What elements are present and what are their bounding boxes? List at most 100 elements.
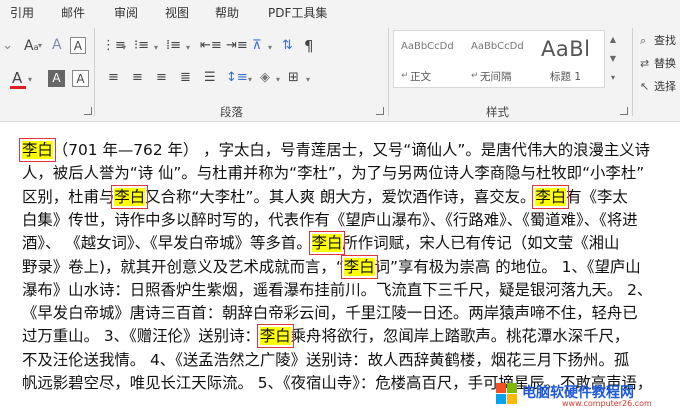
- group-label-styles: 样式: [486, 105, 509, 119]
- document-line: 瀑布》山水诗：日照香炉生紫烟，遥看瀑布挂前川。飞流直下三千尺，疑是银河落九天。 …: [22, 279, 652, 301]
- chinese-layout-dropdown-icon[interactable]: ▾: [268, 40, 272, 56]
- document-line: 白集》传世，诗作中多以醉时写的，代表作有《望庐山瀑布》、《行路难》、《蜀道难》、…: [22, 209, 638, 231]
- document-line: 人，被后人誉为“诗 仙”。与杜甫并称为“李杜”，为了与另两位诗人李商隐与杜牧即“…: [22, 162, 644, 184]
- highlighted-search-match: 李白: [256, 324, 294, 349]
- bullets-dropdown-icon[interactable]: ▾: [122, 40, 126, 56]
- line-spacing-icon[interactable]: ↕≡: [226, 70, 248, 86]
- scroll-up-icon[interactable]: ▲: [607, 30, 619, 49]
- styles-dialog-launcher-icon[interactable]: [620, 107, 628, 115]
- numbering-icon[interactable]: ⁝≡: [134, 38, 149, 54]
- group-label-paragraph: 段落: [220, 105, 243, 119]
- shading-dropdown-icon[interactable]: ▾: [276, 72, 280, 88]
- tab-pdf-tools[interactable]: PDF工具集: [268, 4, 327, 21]
- text-run: 野录》卷上)，就其开创意义及艺术成就而言，“: [22, 257, 344, 276]
- justify-icon[interactable]: ≣: [180, 70, 191, 86]
- group-separator: [632, 28, 633, 116]
- show-formatting-marks-icon[interactable]: ¶: [304, 38, 314, 54]
- text-run: 区别，杜甫与: [22, 187, 115, 206]
- text-run: 人，被后人誉为“诗 仙”。与杜甫并称为“李杜”，为了与另两位诗人李商隐与杜牧即“…: [22, 164, 645, 183]
- clear-formatting-icon[interactable]: A: [52, 37, 62, 53]
- tab-view[interactable]: 视图: [165, 4, 189, 21]
- select-label: 选择: [654, 80, 676, 93]
- multilevel-dropdown-icon[interactable]: ▾: [186, 40, 190, 56]
- site-watermark: 电脑软硬件教程网 www.computer26.com: [496, 380, 678, 410]
- decrease-indent-icon[interactable]: ⇤≡: [200, 38, 222, 54]
- styles-gallery: AaBbCcDd ↵ 正文 AaBbCcDd ↵ 无间隔 AaBl 标题 1: [393, 30, 605, 88]
- scroll-down-icon[interactable]: ▼: [607, 49, 619, 68]
- styles-scroll[interactable]: ▲ ▼ ▾: [607, 30, 619, 88]
- text-run: 白集》传世，诗作中多以醉时写的，代表作有《望庐山瀑布》、《行路难》、《蜀道难》、…: [22, 210, 638, 229]
- text-run: 又合称“大李杜”。其人爽 朗大方，爱饮酒作诗，喜交友。: [145, 187, 536, 206]
- highlighted-search-match: 李白: [19, 138, 56, 162]
- find-button[interactable]: ⌕ 查找: [640, 32, 676, 48]
- text-run: 酒》、 《越女词》、《早发白帝城》等多首。: [22, 234, 312, 253]
- document-line: 过万重山。 3、《赠汪伦》送别诗：李白乘舟将欲行，忽闻岸上踏歌声。桃花潭水深千尺…: [22, 324, 630, 349]
- document-line: 不及汪伦送我情。 4、《送孟浩然之广陵》送别诗：故人西辞黄鹤楼，烟花三月下扬州。…: [22, 349, 629, 371]
- highlighted-search-match: 李白: [340, 254, 378, 279]
- shading-icon[interactable]: ◈: [260, 70, 270, 86]
- align-left-icon[interactable]: ≡: [108, 70, 119, 86]
- replace-label: 替换: [654, 57, 676, 70]
- cursor-icon: ↖: [640, 80, 650, 93]
- group-separator: [388, 28, 389, 116]
- tab-review[interactable]: 审阅: [114, 4, 138, 21]
- font-color-icon[interactable]: A: [12, 70, 22, 86]
- tab-mailings[interactable]: 邮件: [61, 4, 85, 21]
- style-no-spacing[interactable]: AaBbCcDd ↵ 无间隔: [466, 33, 534, 87]
- borders-dropdown-icon[interactable]: ▾: [306, 72, 310, 88]
- replace-button[interactable]: ⇄ 替换: [640, 55, 676, 71]
- character-border-icon[interactable]: A: [70, 37, 86, 54]
- chinese-layout-icon[interactable]: ⊼: [252, 38, 262, 54]
- sort-icon[interactable]: ⇅: [282, 38, 293, 54]
- style-name: 无间隔: [480, 71, 512, 83]
- text-run: 过万重山。 3、《赠汪伦》送别诗：: [22, 327, 260, 346]
- font-size-dropdown-icon[interactable]: ⌄: [2, 38, 13, 54]
- document-line: 《早发白帝城》唐诗三百首：朝辞白帝彩云间，千里江陵一日还。两岸猿声啼不住，轻舟已: [22, 302, 638, 324]
- document-line: 李白（701 年—762 年） ，字太白，号青莲居士，又号“谪仙人”。是唐代伟大…: [19, 138, 651, 162]
- tab-help[interactable]: 帮助: [215, 4, 239, 21]
- paragraph-dialog-launcher-icon[interactable]: [376, 107, 384, 115]
- style-normal[interactable]: AaBbCcDd ↵ 正文: [396, 33, 464, 87]
- text-run: （701 年—762 年） ，字太白，号青莲居士，又号“谪仙人”。是唐代伟大的浪…: [52, 141, 651, 159]
- highlighted-search-match: 李白: [532, 184, 570, 209]
- document-line: 野录》卷上)，就其开创意义及艺术成就而言，“李白词”享有极为崇高 的地位。 1、…: [22, 254, 641, 279]
- style-heading-1[interactable]: AaBl 标题 1: [536, 33, 604, 87]
- select-button[interactable]: ↖ 选择: [640, 78, 676, 94]
- document-line: 酒》、 《越女词》、《早发白帝城》等多首。李白所作词赋，宋人已有传记（如文莹《湘…: [22, 231, 619, 256]
- text-run: 不及汪伦送我情。 4、《送孟浩然之广陵》送别诗：故人西辞黄鹤楼，烟花三月下扬州。…: [22, 350, 630, 369]
- tab-references[interactable]: 引用: [10, 4, 34, 21]
- text-run: 词”享有极为崇高 的地位。 1、《望庐山: [374, 257, 641, 276]
- borders-icon[interactable]: ⊞: [288, 70, 299, 86]
- character-shading-icon[interactable]: A: [48, 70, 65, 87]
- enclose-character-icon[interactable]: A: [72, 70, 89, 87]
- more-styles-icon[interactable]: ▾: [607, 68, 619, 87]
- group-separator: [94, 28, 95, 116]
- font-color-swatch: [10, 86, 26, 89]
- align-right-icon[interactable]: ≡: [156, 70, 167, 86]
- change-case-icon[interactable]: Aa: [24, 38, 38, 56]
- align-center-icon[interactable]: ≡: [132, 70, 143, 86]
- change-case-dropdown-icon[interactable]: ▾: [38, 38, 42, 54]
- watermark-url: www.computer26.com: [562, 399, 652, 408]
- font-color-dropdown-icon[interactable]: ▾: [28, 72, 32, 88]
- increase-indent-icon[interactable]: ⇥≡: [226, 38, 248, 54]
- highlighted-search-match: 李白: [308, 231, 346, 256]
- document-line: 区别，杜甫与李白又合称“大李杜”。其人爽 朗大方，爱饮酒作诗，喜交友。李白有《李…: [22, 184, 628, 209]
- distributed-icon[interactable]: ☰: [204, 70, 216, 86]
- font-dialog-launcher-icon[interactable]: [84, 107, 92, 115]
- ribbon: 引用 邮件 审阅 视图 帮助 PDF工具集 ⌄ Aa ▾ A A A ▾ A A…: [0, 0, 680, 122]
- text-run: 《早发白帝城》唐诗三百首：朝辞白帝彩云间，千里江陵一日还。两岸猿声啼不住，轻舟已: [22, 304, 638, 323]
- document-page[interactable]: 李白（701 年—762 年） ，字太白，号青莲居士，又号“谪仙人”。是唐代伟大…: [0, 123, 680, 411]
- text-run: 瀑布》山水诗：日照香炉生紫烟，遥看瀑布挂前川。飞流直下三千尺，疑是银河落九天。 …: [22, 280, 653, 299]
- ribbon-tabs: 引用 邮件 审阅 视图 帮助 PDF工具集: [0, 0, 680, 24]
- text-run: 乘舟将欲行，忽闻岸上踏歌声。桃花潭水深千尺，: [290, 327, 630, 346]
- style-name: 正文: [410, 71, 431, 83]
- style-name: 标题 1: [550, 71, 582, 83]
- numbering-dropdown-icon[interactable]: ▾: [154, 40, 158, 56]
- multilevel-list-icon[interactable]: ⁞≡: [166, 38, 181, 54]
- windows-logo-icon: [496, 383, 518, 405]
- line-spacing-dropdown-icon[interactable]: ▾: [248, 72, 252, 88]
- style-sample: AaBbCcDd: [471, 41, 524, 52]
- replace-icon: ⇄: [640, 57, 650, 70]
- find-label: 查找: [654, 34, 676, 47]
